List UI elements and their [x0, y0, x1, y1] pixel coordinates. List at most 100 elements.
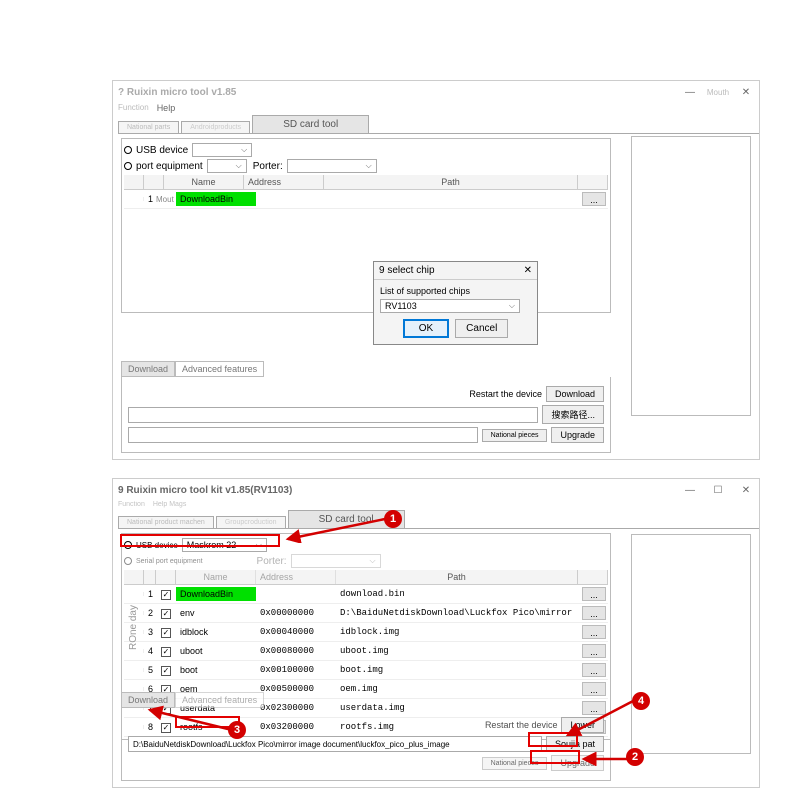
- preview-panel: [631, 534, 751, 754]
- minimize-button[interactable]: —: [682, 482, 698, 498]
- chevron-down-icon: ⌵: [241, 145, 247, 155]
- dialog-title: 9 select chip: [379, 265, 435, 276]
- download-button[interactable]: Download: [546, 386, 604, 402]
- chevron-down-icon: ⌵: [366, 161, 372, 171]
- chevron-down-icon: ⌵: [236, 161, 242, 171]
- soujia-button[interactable]: Soujia pat: [546, 736, 604, 752]
- close-button[interactable]: ✕: [738, 84, 754, 100]
- table-row[interactable]: 1 Mout DownloadBin ...: [124, 190, 608, 209]
- chevron-down-icon: ⌵: [509, 301, 515, 311]
- window-title: 9 Ruixin micro tool kit v1.85(RV1103): [118, 485, 682, 496]
- col-name: Name: [164, 175, 244, 189]
- badge-3: 3: [228, 721, 246, 739]
- chevron-down-icon: ⌵: [256, 540, 262, 550]
- row-address: 0x00080000: [256, 644, 336, 658]
- tab-advanced[interactable]: Advanced features: [175, 361, 264, 377]
- lower-button[interactable]: Lower: [561, 717, 604, 733]
- row-name: uboot: [176, 644, 256, 658]
- download-bin-cell: DownloadBin: [176, 192, 256, 206]
- badge-1: 1: [384, 510, 402, 528]
- browse-button[interactable]: ...: [582, 663, 606, 677]
- menu-help[interactable]: Help Mags: [153, 501, 186, 508]
- col-name: Name: [176, 570, 256, 584]
- titlebar: ? Ruixin micro tool v1.85 — Mouth ✕: [113, 81, 759, 103]
- row-checkbox[interactable]: ✓: [161, 628, 171, 638]
- port-radio[interactable]: [124, 162, 132, 170]
- path-input-2[interactable]: [128, 427, 478, 443]
- badge-2: 2: [626, 748, 644, 766]
- row-address: 0x00100000: [256, 663, 336, 677]
- browse-button[interactable]: ...: [582, 587, 606, 601]
- serial-radio[interactable]: [124, 557, 132, 565]
- tab-group[interactable]: Groupcroduction: [216, 516, 286, 528]
- national-pieces-button[interactable]: National pieces: [482, 757, 548, 770]
- row-address: 0x00000000: [256, 606, 336, 620]
- serial-label: Serial port equipment: [136, 558, 203, 565]
- select-chip-dialog: 9 select chip ✕ List of supported chips …: [373, 261, 538, 345]
- usb-combo[interactable]: Maskrom 22⌵: [182, 538, 267, 552]
- row-address: 0x00040000: [256, 625, 336, 639]
- upgrade-button[interactable]: Upgrade: [551, 427, 604, 443]
- badge-4: 4: [632, 692, 650, 710]
- maximize-button[interactable]: ☐: [710, 482, 726, 498]
- tab-national[interactable]: National product machen: [118, 516, 214, 528]
- cancel-button[interactable]: Cancel: [455, 319, 508, 338]
- close-button[interactable]: ✕: [738, 482, 754, 498]
- row-name: boot: [176, 663, 256, 677]
- tab-android[interactable]: Androidproducts: [181, 121, 250, 133]
- port-combo[interactable]: ⌵: [207, 159, 247, 173]
- menu-help[interactable]: Help: [157, 103, 176, 113]
- usb-combo[interactable]: ⌵: [192, 143, 252, 157]
- usb-radio[interactable]: [124, 146, 132, 154]
- tab-national[interactable]: National parts: [118, 121, 179, 133]
- chevron-down-icon: ⌵: [369, 556, 375, 566]
- table-row[interactable]: 3✓idblock0x00040000idblock.img...: [124, 623, 608, 642]
- chip-combo[interactable]: RV1103⌵: [380, 299, 520, 313]
- row-name: env: [176, 606, 256, 620]
- porter-combo[interactable]: ⌵: [287, 159, 377, 173]
- tab-download[interactable]: Download: [121, 361, 175, 377]
- porter-label: Porter:: [257, 556, 287, 567]
- titlebar: 9 Ruixin micro tool kit v1.85(RV1103) — …: [113, 479, 759, 501]
- minimize-button[interactable]: —: [682, 84, 698, 100]
- search-path-button[interactable]: 搜索路径...: [542, 405, 604, 424]
- maximize-button[interactable]: Mouth: [710, 84, 726, 100]
- row-checkbox[interactable]: ✓: [161, 590, 171, 600]
- porter-combo[interactable]: ⌵: [291, 554, 381, 568]
- window-1: ? Ruixin micro tool v1.85 — Mouth ✕ Func…: [112, 80, 760, 460]
- path-input-1[interactable]: [128, 407, 538, 423]
- row-checkbox[interactable]: ✓: [161, 666, 171, 676]
- national-pieces-button[interactable]: National pieces: [482, 429, 548, 442]
- window-2: 9 Ruixin micro tool kit v1.85(RV1103) — …: [112, 478, 760, 788]
- table-row[interactable]: 5✓boot0x00100000boot.img...: [124, 661, 608, 680]
- row-name: DownloadBin: [176, 587, 256, 601]
- path-input[interactable]: [128, 736, 542, 752]
- tab-sdcard[interactable]: SD card tool: [252, 115, 369, 133]
- dialog-close-button[interactable]: ✕: [524, 265, 532, 276]
- table-row[interactable]: 2✓env0x00000000D:\BaiduNetdiskDownload\L…: [124, 604, 608, 623]
- table-row[interactable]: 1✓DownloadBindownload.bin...: [124, 585, 608, 604]
- browse-button[interactable]: ...: [582, 625, 606, 639]
- usb-radio[interactable]: [124, 541, 132, 549]
- tab-download[interactable]: Download: [121, 692, 175, 708]
- row-checkbox[interactable]: ✓: [161, 647, 171, 657]
- main-tabs: National product machen Groupcroduction …: [118, 510, 759, 529]
- browse-button[interactable]: ...: [582, 192, 606, 206]
- window-title: ? Ruixin micro tool v1.85: [118, 87, 682, 98]
- upgrade-button[interactable]: Upgrade: [551, 755, 604, 771]
- browse-button[interactable]: ...: [582, 644, 606, 658]
- row-path: boot.img: [336, 663, 578, 677]
- menu-function[interactable]: Function: [118, 103, 149, 113]
- browse-button[interactable]: ...: [582, 606, 606, 620]
- menu-function[interactable]: Function: [118, 501, 145, 508]
- col-path: Path: [324, 175, 578, 189]
- usb-device-label: USB device: [136, 541, 178, 550]
- row-checkbox[interactable]: ✓: [161, 609, 171, 619]
- table-row[interactable]: 4✓uboot0x00080000uboot.img...: [124, 642, 608, 661]
- row-path: download.bin: [336, 587, 578, 601]
- row-path: uboot.img: [336, 644, 578, 658]
- ok-button[interactable]: OK: [403, 319, 449, 338]
- vertical-label: ROne day: [128, 605, 139, 650]
- col-address: Address: [256, 570, 336, 584]
- tab-advanced[interactable]: Advanced features: [175, 692, 264, 708]
